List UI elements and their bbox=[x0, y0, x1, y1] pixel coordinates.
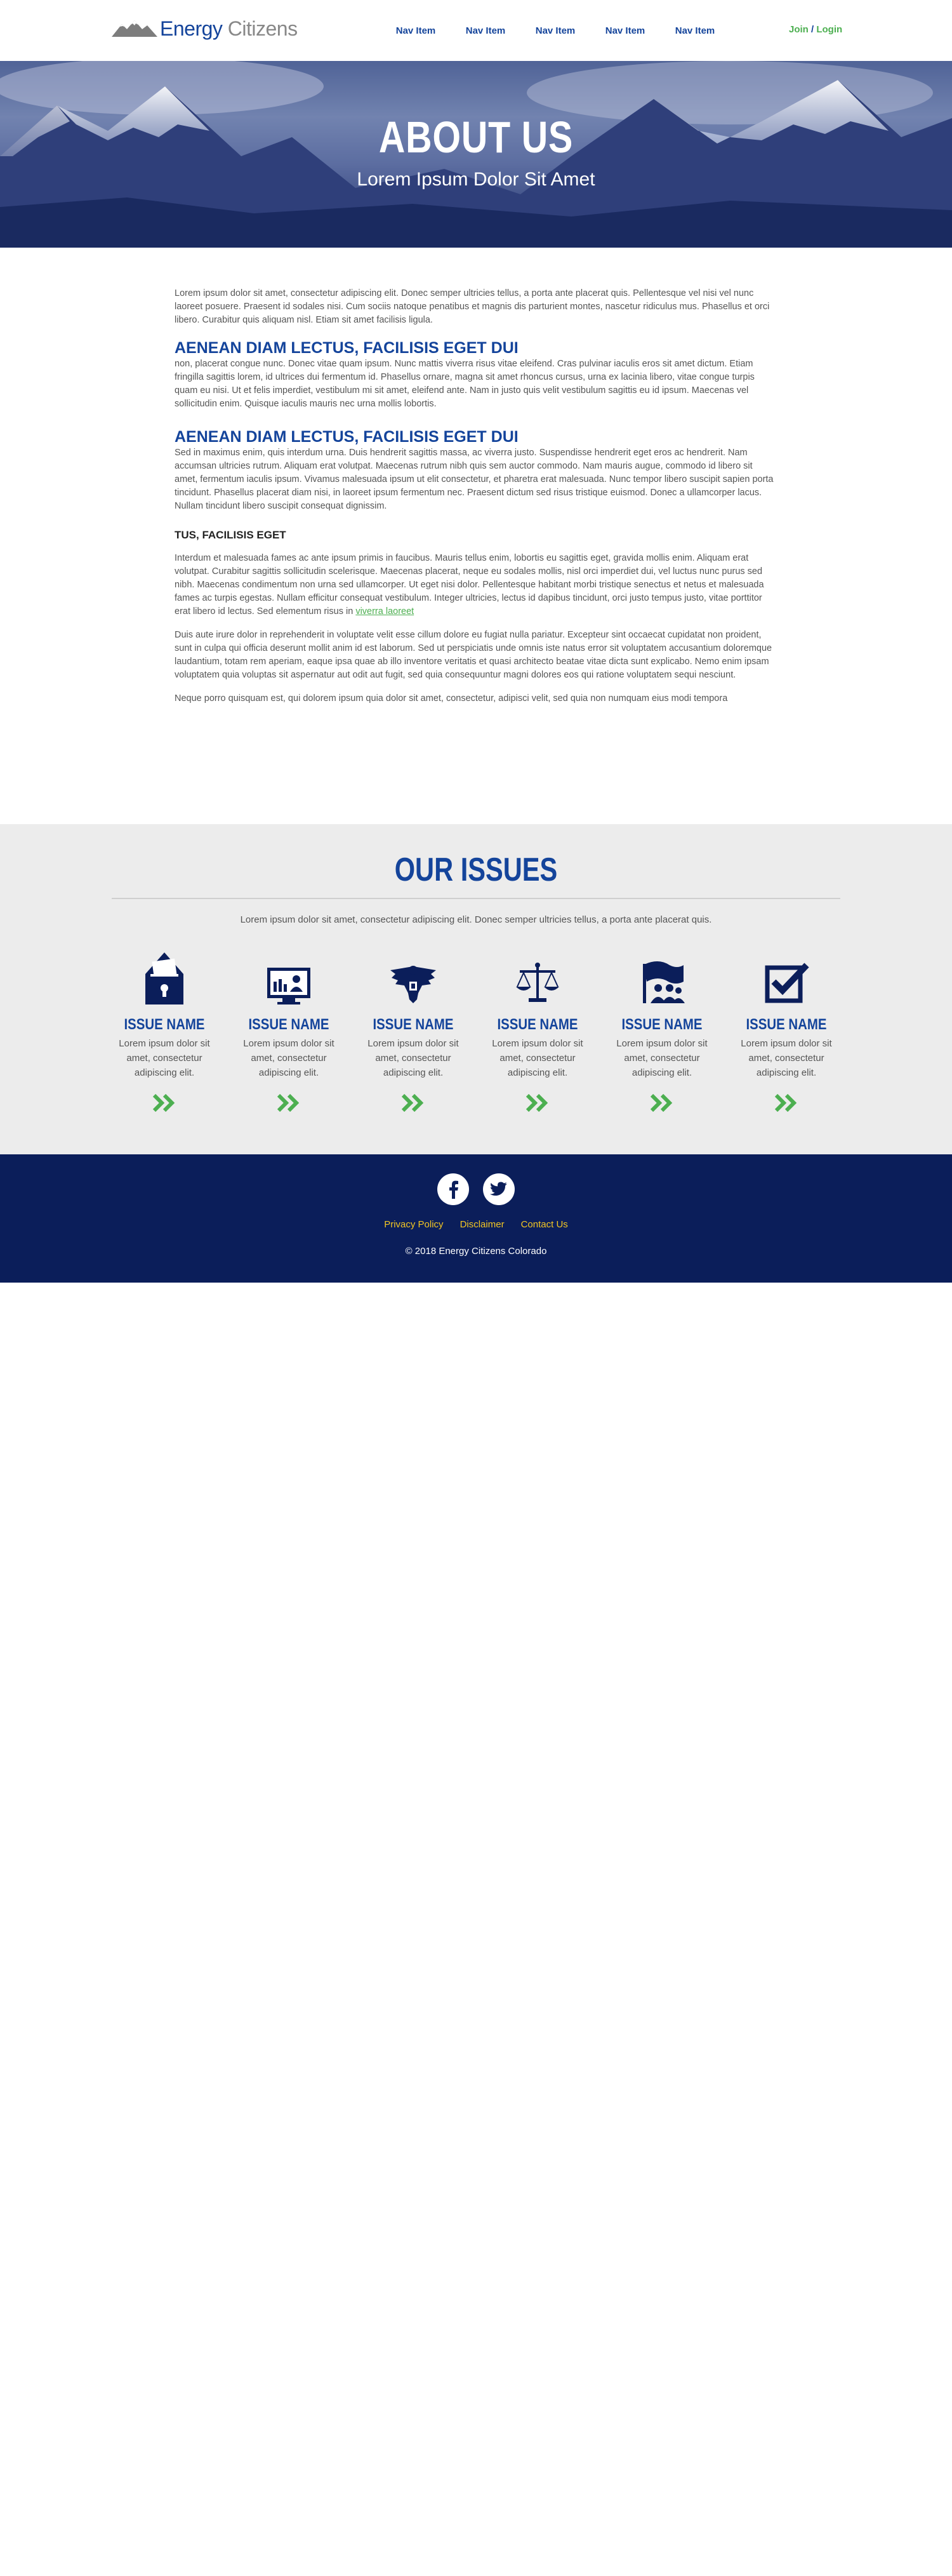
privacy-policy-link[interactable]: Privacy Policy bbox=[384, 1219, 443, 1230]
issue-name: ISSUE NAME bbox=[124, 1016, 205, 1033]
paragraph-section-3: Interdum et malesuada fames ac ante ipsu… bbox=[175, 552, 777, 618]
monitor-icon bbox=[267, 968, 310, 1004]
checkbox-icon bbox=[765, 963, 809, 1003]
nav-item-3[interactable]: Nav Item bbox=[520, 25, 590, 36]
issue-description: Lorem ipsum dolor sit amet, consectetur … bbox=[243, 1038, 334, 1078]
issue-card-5[interactable]: ISSUE NAME Lorem ipsum dolor sit amet, c… bbox=[610, 949, 714, 1112]
issue-name: ISSUE NAME bbox=[248, 1016, 329, 1033]
issues-title: OUR ISSUES bbox=[394, 851, 558, 888]
issue-description: Lorem ipsum dolor sit amet, consectetur … bbox=[492, 1038, 583, 1078]
footer-links: Privacy Policy Disclaimer Contact Us bbox=[0, 1219, 952, 1230]
issue-card-6[interactable]: ISSUE NAME Lorem ipsum dolor sit amet, c… bbox=[734, 949, 838, 1112]
issue-name: ISSUE NAME bbox=[746, 1016, 827, 1033]
mountain-logo-icon bbox=[112, 20, 157, 37]
issue-description: Lorem ipsum dolor sit amet, consectetur … bbox=[616, 1038, 708, 1078]
paragraph-section-5: Neque porro quisquam est, qui dolorem ip… bbox=[175, 693, 728, 704]
copyright-text: © 2018 Energy Citizens Colorado bbox=[405, 1246, 547, 1257]
paragraph-section-4: Duis aute irure dolor in reprehenderit i… bbox=[175, 630, 772, 680]
subheading: TUS, FACILISIS EGET bbox=[175, 529, 286, 541]
twitter-icon[interactable] bbox=[483, 1173, 515, 1205]
main-nav: Nav Item Nav Item Nav Item Nav Item Nav … bbox=[381, 25, 730, 36]
paragraph-section-2: Sed in maximus enim, quis interdum urna.… bbox=[175, 448, 774, 511]
contact-us-link[interactable]: Contact Us bbox=[521, 1219, 568, 1230]
hero-banner: ABOUT US Lorem Ipsum Dolor Sit Amet bbox=[0, 61, 952, 248]
issue-card-3[interactable]: ISSUE NAME Lorem ipsum dolor sit amet, c… bbox=[361, 949, 465, 1112]
issues-divider bbox=[112, 898, 840, 899]
issue-name: ISSUE NAME bbox=[497, 1016, 578, 1033]
hero-subtitle: Lorem Ipsum Dolor Sit Amet bbox=[357, 169, 595, 190]
issue-card-4[interactable]: ISSUE NAME Lorem ipsum dolor sit amet, c… bbox=[486, 949, 590, 1112]
issue-card-1[interactable]: ISSUE NAME Lorem ipsum dolor sit amet, c… bbox=[112, 949, 216, 1112]
ballot-box-icon bbox=[145, 952, 183, 1004]
about-content: Lorem ipsum dolor sit amet, consectetur … bbox=[175, 287, 777, 716]
logo-text: Energy Citizens bbox=[160, 18, 298, 39]
nav-item-5[interactable]: Nav Item bbox=[660, 25, 730, 36]
paragraph-text: Interdum et malesuada fames ac ante ipsu… bbox=[175, 553, 764, 617]
logo-citizens: Citizens bbox=[227, 17, 298, 40]
paragraph-section-1: non, placerat congue nunc. Donec vitae q… bbox=[175, 359, 755, 409]
eagle-icon bbox=[390, 966, 436, 1003]
double-chevron-right-icon[interactable] bbox=[775, 1094, 798, 1112]
hero-title: ABOUT US bbox=[378, 112, 574, 162]
nav-item-2[interactable]: Nav Item bbox=[451, 25, 520, 36]
nav-item-4[interactable]: Nav Item bbox=[590, 25, 660, 36]
social-links bbox=[0, 1173, 952, 1205]
double-chevron-right-icon[interactable] bbox=[277, 1094, 300, 1112]
section-heading-1: AENEAN DIAM LECTUS, FACILISIS EGET DUI bbox=[175, 339, 519, 357]
issue-name: ISSUE NAME bbox=[621, 1016, 703, 1033]
scales-icon bbox=[516, 963, 559, 1002]
inline-link[interactable]: viverra laoreet bbox=[355, 606, 414, 617]
join-link[interactable]: Join bbox=[789, 24, 809, 35]
double-chevron-right-icon[interactable] bbox=[402, 1094, 425, 1112]
auth-separator: / bbox=[811, 24, 814, 35]
logo-energy: Energy bbox=[160, 17, 223, 40]
site-footer: Privacy Policy Disclaimer Contact Us © 2… bbox=[0, 1154, 952, 1283]
site-header: Energy Citizens Nav Item Nav Item Nav It… bbox=[0, 0, 952, 61]
login-link[interactable]: Login bbox=[816, 24, 842, 35]
disclaimer-link[interactable]: Disclaimer bbox=[460, 1219, 505, 1230]
issue-description: Lorem ipsum dolor sit amet, consectetur … bbox=[741, 1038, 832, 1078]
double-chevron-right-icon[interactable] bbox=[153, 1094, 176, 1112]
logo[interactable]: Energy Citizens bbox=[112, 18, 298, 39]
flag-people-icon bbox=[643, 961, 685, 1003]
section-heading-2: AENEAN DIAM LECTUS, FACILISIS EGET DUI bbox=[175, 428, 519, 446]
double-chevron-right-icon[interactable] bbox=[651, 1094, 673, 1112]
issue-description: Lorem ipsum dolor sit amet, consectetur … bbox=[119, 1038, 210, 1078]
paragraph-intro: Lorem ipsum dolor sit amet, consectetur … bbox=[175, 288, 770, 325]
nav-item-1[interactable]: Nav Item bbox=[381, 25, 451, 36]
facebook-icon[interactable] bbox=[437, 1173, 469, 1205]
issues-intro: Lorem ipsum dolor sit amet, consectetur … bbox=[240, 914, 712, 925]
issue-name: ISSUE NAME bbox=[373, 1016, 454, 1033]
issue-card-2[interactable]: ISSUE NAME Lorem ipsum dolor sit amet, c… bbox=[237, 949, 341, 1112]
auth-links: Join / Login bbox=[789, 24, 842, 35]
issue-description: Lorem ipsum dolor sit amet, consectetur … bbox=[367, 1038, 459, 1078]
issues-section: OUR ISSUES Lorem ipsum dolor sit amet, c… bbox=[0, 824, 952, 1154]
double-chevron-right-icon[interactable] bbox=[526, 1094, 549, 1112]
